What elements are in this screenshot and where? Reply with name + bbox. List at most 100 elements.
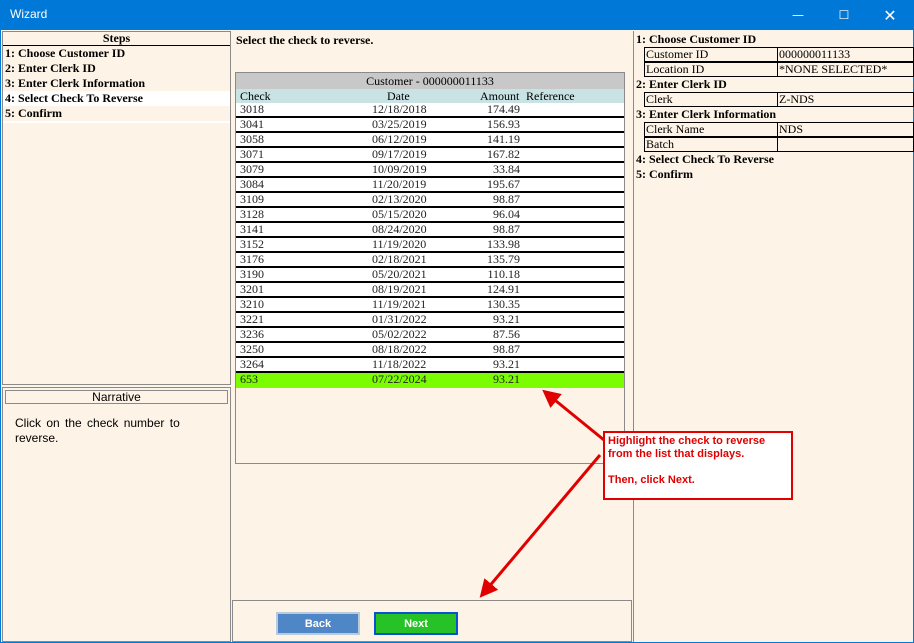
table-row[interactable]: 3058 06/12/2019 141.19 [236, 133, 624, 148]
step-choose-customer-id[interactable]: 1: Choose Customer ID [3, 46, 230, 61]
column-header-amount[interactable]: Amount [480, 89, 519, 103]
cell-date: 05/20/2021 [372, 267, 427, 281]
cell-check: 3141 [240, 222, 264, 236]
cell-amount: 98.87 [493, 222, 520, 236]
cell-check: 3264 [240, 357, 264, 371]
cell-date: 11/19/2021 [372, 297, 427, 311]
narrative-header: Narrative [5, 390, 228, 404]
table-row[interactable]: 3141 08/24/2020 98.87 [236, 223, 624, 238]
summary-field-clerk-name: Clerk Name NDS [644, 122, 914, 137]
column-header-reference[interactable]: Reference [526, 89, 575, 103]
table-row[interactable]: 3221 01/31/2022 93.21 [236, 313, 624, 328]
table-row[interactable]: 3264 11/18/2022 93.21 [236, 358, 624, 373]
cell-check: 3071 [240, 147, 264, 161]
cell-amount: 98.87 [493, 192, 520, 206]
narrative-panel: Narrative Click on the check number to r… [2, 387, 231, 642]
table-row[interactable]: 3190 05/20/2021 110.18 [236, 268, 624, 283]
table-row[interactable]: 3041 03/25/2019 156.93 [236, 118, 624, 133]
cell-date: 11/20/2019 [372, 177, 427, 191]
table-row[interactable]: 3210 11/19/2021 130.35 [236, 298, 624, 313]
grid-column-headers: Check Date Amount Reference [236, 89, 624, 103]
step-enter-clerk-id[interactable]: 2: Enter Clerk ID [3, 61, 230, 76]
maximize-icon[interactable]: ☐ [821, 0, 867, 30]
summary-field-batch: Batch [644, 137, 914, 152]
summary-field-location-id: Location ID *NONE SELECTED* [644, 62, 914, 77]
table-row[interactable]: 3018 12/18/2018 174.49 [236, 103, 624, 118]
cell-amount: 110.18 [487, 267, 520, 281]
cell-amount: 87.56 [493, 327, 520, 341]
cell-check: 3041 [240, 117, 264, 131]
table-row[interactable]: 3079 10/09/2019 33.84 [236, 163, 624, 178]
steps-header: Steps [3, 32, 230, 46]
field-value: NDS [778, 122, 914, 137]
cell-amount: 135.79 [487, 252, 520, 266]
back-button[interactable]: Back [276, 612, 360, 635]
grid-rows: 3018 12/18/2018 174.49 3041 03/25/2019 156.93… [236, 103, 624, 388]
cell-check: 3018 [240, 102, 264, 116]
table-row[interactable]: 3176 02/18/2021 135.79 [236, 253, 624, 268]
cell-check: 3250 [240, 342, 264, 356]
cell-date: 05/02/2022 [372, 327, 427, 341]
step-enter-clerk-information[interactable]: 3: Enter Clerk Information [3, 76, 230, 91]
cell-date: 02/18/2021 [372, 252, 427, 266]
cell-amount: 195.67 [487, 177, 520, 191]
field-value: Z-NDS [778, 92, 914, 107]
cell-check: 3176 [240, 252, 264, 266]
cell-check: 3109 [240, 192, 264, 206]
cell-check: 653 [240, 372, 258, 386]
cell-amount: 167.82 [487, 147, 520, 161]
cell-amount: 130.35 [487, 297, 520, 311]
table-row[interactable]: 3109 02/13/2020 98.87 [236, 193, 624, 208]
step-confirm[interactable]: 5: Confirm [3, 106, 230, 121]
callout-line-next: Then, click Next. [608, 474, 695, 486]
cell-date: 10/09/2019 [372, 162, 427, 176]
cell-date: 02/13/2020 [372, 192, 427, 206]
cell-check: 3190 [240, 267, 264, 281]
cell-amount: 141.19 [487, 132, 520, 146]
title-bar: Wizard — ☐ ✕ [0, 0, 914, 30]
cell-check: 3201 [240, 282, 264, 296]
column-header-check[interactable]: Check [240, 89, 271, 103]
table-row[interactable]: 3152 11/19/2020 133.98 [236, 238, 624, 253]
field-label: Customer ID [644, 47, 778, 62]
instruction-callout: Highlight the check to reverse from the … [603, 431, 793, 500]
check-grid: Customer - 000000011133 Check Date Amoun… [235, 72, 625, 464]
cell-amount: 33.84 [493, 162, 520, 176]
field-label: Batch [644, 137, 778, 152]
cell-amount: 124.91 [487, 282, 520, 296]
summary-heading-customer: 1: Choose Customer ID [636, 32, 757, 46]
table-row-selected[interactable]: 653 07/22/2024 93.21 [236, 373, 624, 388]
cell-check: 3084 [240, 177, 264, 191]
step-select-check-to-reverse[interactable]: 4: Select Check To Reverse [3, 91, 230, 106]
cell-check: 3079 [240, 162, 264, 176]
next-button[interactable]: Next [374, 612, 458, 635]
cell-amount: 93.21 [493, 372, 520, 386]
summary-heading-clerk-id: 2: Enter Clerk ID [636, 77, 727, 91]
table-row[interactable]: 3201 08/19/2021 124.91 [236, 283, 624, 298]
cell-check: 3128 [240, 207, 264, 221]
field-value [778, 137, 914, 152]
cell-date: 12/18/2018 [372, 102, 427, 116]
table-row[interactable]: 3236 05/02/2022 87.56 [236, 328, 624, 343]
cell-date: 01/31/2022 [372, 312, 427, 326]
summary-heading-confirm: 5: Confirm [636, 167, 693, 181]
field-value: *NONE SELECTED* [778, 62, 914, 77]
cell-date: 08/24/2020 [372, 222, 427, 236]
table-row[interactable]: 3128 05/15/2020 96.04 [236, 208, 624, 223]
cell-date: 03/25/2019 [372, 117, 427, 131]
column-header-date[interactable]: Date [387, 89, 410, 103]
minimize-icon[interactable]: — [775, 0, 821, 30]
table-row[interactable]: 3084 11/20/2019 195.67 [236, 178, 624, 193]
close-icon[interactable]: ✕ [867, 0, 913, 30]
window-title: Wizard [10, 7, 48, 21]
table-row[interactable]: 3250 08/18/2022 98.87 [236, 343, 624, 358]
cell-amount: 96.04 [493, 207, 520, 221]
field-label: Clerk Name [644, 122, 778, 137]
cell-date: 07/22/2024 [372, 372, 427, 386]
cell-check: 3210 [240, 297, 264, 311]
table-row[interactable]: 3071 09/17/2019 167.82 [236, 148, 624, 163]
button-bar: Back Next [232, 600, 632, 642]
cell-amount: 98.87 [493, 342, 520, 356]
cell-date: 06/12/2019 [372, 132, 427, 146]
cell-date: 11/19/2020 [372, 237, 427, 251]
